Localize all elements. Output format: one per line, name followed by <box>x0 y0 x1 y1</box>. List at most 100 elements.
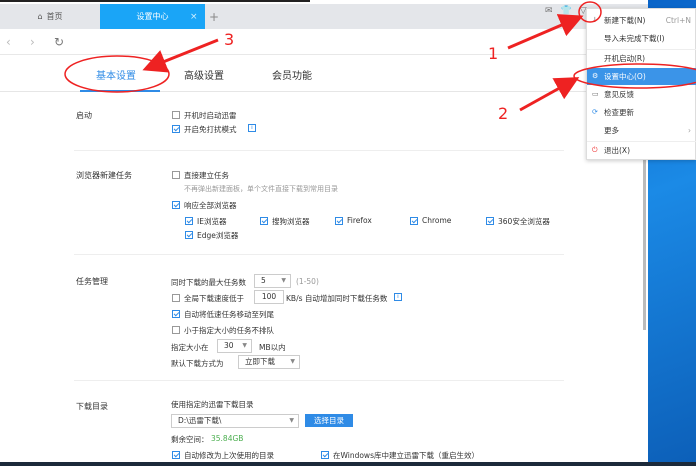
active-tab-underline <box>80 90 160 92</box>
info-icon[interactable]: i <box>394 293 402 301</box>
option-label: 在Windows库中建立迅雷下载（重启生效） <box>333 451 479 460</box>
checkbox-start-on-boot[interactable] <box>172 111 180 119</box>
checkbox-speed-threshold[interactable] <box>172 294 180 302</box>
download-path-select[interactable]: D:\迅雷下载\ ▼ <box>171 414 299 428</box>
option-label: 自动将低速任务移动至列尾 <box>184 310 274 319</box>
checkbox-sogou[interactable] <box>260 217 268 225</box>
free-space-label: 剩余空间： <box>171 435 209 444</box>
tab-label: 设置中心 <box>136 12 169 21</box>
option-label: 360安全浏览器 <box>498 217 550 226</box>
back-icon[interactable]: ‹ <box>6 35 11 49</box>
gear-icon: ⚙ <box>592 72 599 80</box>
chevron-down-icon: ▼ <box>289 417 294 424</box>
tab-basic-settings[interactable]: 基本设置 <box>96 67 136 82</box>
download-icon: ↓ <box>592 16 598 24</box>
checkbox-chrome[interactable] <box>410 217 418 225</box>
menu-item-more[interactable]: 更多 › <box>587 122 696 139</box>
option-label: 开启免打扰模式 <box>184 125 237 134</box>
tab-label: 首页 <box>46 12 63 21</box>
option-label: 自动修改为上次使用的目录 <box>184 451 274 460</box>
checkbox-move-slow[interactable] <box>172 310 180 318</box>
shortcut: Ctrl+N <box>665 16 691 25</box>
tab-advanced-settings[interactable]: 高级设置 <box>184 67 224 82</box>
annotation-number-2: 2 <box>498 104 509 123</box>
close-tab-icon[interactable]: × <box>190 12 198 22</box>
menu-item-settings-center[interactable]: ⚙ 设置中心(O) <box>587 68 696 85</box>
download-mode-select[interactable]: 立即下载 ▼ <box>238 355 300 369</box>
checkbox-firefox[interactable] <box>335 217 343 225</box>
taskbar <box>0 462 696 466</box>
forward-icon[interactable]: › <box>30 35 35 49</box>
divider <box>74 254 564 255</box>
menu-item-check-update[interactable]: ⟳ 检查更新 <box>587 104 696 121</box>
checkbox-do-not-disturb[interactable] <box>172 125 180 133</box>
chevron-down-icon: ▼ <box>290 358 295 365</box>
checkbox-edge[interactable] <box>185 231 193 239</box>
checkbox-auto-change-dir[interactable] <box>172 451 180 459</box>
use-dir-label: 使用指定的迅雷下载目录 <box>171 400 254 409</box>
menu-item-import[interactable]: 导入未完成下载(I) <box>587 30 696 47</box>
size-label: 指定大小在 <box>171 343 209 352</box>
feedback-icon: ▭ <box>592 90 599 98</box>
choose-directory-button[interactable]: 选择目录 <box>305 414 353 427</box>
option-label: Firefox <box>347 216 372 225</box>
size-select[interactable]: 30 ▼ <box>217 339 252 353</box>
menu-label: 检查更新 <box>604 108 634 117</box>
menu-label: 开机启动(R) <box>604 54 646 63</box>
section-label-startup: 启动 <box>76 111 92 120</box>
menu-label: 新建下载(N) <box>604 16 646 25</box>
select-value: 5 <box>261 276 266 285</box>
top-border <box>0 0 310 2</box>
select-value: 30 <box>224 341 234 350</box>
annotation-number-1: 1 <box>488 44 499 63</box>
option-label: 全局下载速度低于 <box>184 294 244 303</box>
range-hint: (1-50) <box>296 277 319 286</box>
option-label: Chrome <box>422 216 452 225</box>
chevron-down-icon: ▼ <box>281 277 286 284</box>
tab-member-features[interactable]: 会员功能 <box>272 67 312 82</box>
option-label: 搜狗浏览器 <box>272 217 310 226</box>
menu-label: 意见反馈 <box>604 90 634 99</box>
divider <box>74 380 564 381</box>
divider <box>74 150 564 151</box>
select-value: 立即下载 <box>245 357 275 366</box>
menu-label: 设置中心(O) <box>604 72 646 81</box>
mode-label: 默认下载方式为 <box>171 359 224 368</box>
free-space-value: 35.84GB <box>211 434 244 443</box>
speed-input[interactable]: 100 <box>254 290 284 304</box>
menu-item-exit[interactable]: ⏻ 退出(X) <box>587 142 696 159</box>
new-tab-button[interactable]: + <box>209 10 219 24</box>
skin-icon[interactable]: 👕 <box>561 6 572 16</box>
menu-item-new-download[interactable]: ↓ 新建下载(N) Ctrl+N <box>587 12 696 29</box>
chevron-down-icon: ▼ <box>242 342 247 349</box>
mail-icon[interactable]: ✉ <box>545 6 553 16</box>
option-label: 小于指定大小的任务不排队 <box>184 326 274 335</box>
checkbox-360[interactable] <box>486 217 494 225</box>
window-controls: ✉ 👕 ▽ <box>545 6 587 16</box>
checkbox-all-browsers[interactable] <box>172 201 180 209</box>
chevron-right-icon: › <box>688 126 691 135</box>
section-label-download-dir: 下载目录 <box>76 402 108 411</box>
option-label: 开机时启动迅雷 <box>184 111 237 120</box>
tab-home[interactable]: ⌂ 首页 <box>0 4 100 29</box>
size-unit: MB以内 <box>259 343 286 352</box>
info-icon[interactable]: i <box>248 124 256 132</box>
checkbox-windows-library[interactable] <box>321 451 329 459</box>
home-icon: ⌂ <box>37 12 43 21</box>
checkbox-direct-task[interactable] <box>172 171 180 179</box>
menu-label: 退出(X) <box>604 146 630 155</box>
section-label-task-management: 任务管理 <box>76 277 108 286</box>
scrollbar[interactable] <box>643 160 646 330</box>
menu-item-autostart[interactable]: 开机启动(R) <box>587 50 696 67</box>
toolbar <box>0 29 648 55</box>
main-dropdown-menu: ↓ 新建下载(N) Ctrl+N 导入未完成下载(I) 开机启动(R) ⚙ 设置中心(… <box>586 8 696 160</box>
checkbox-no-queue[interactable] <box>172 326 180 334</box>
select-value: D:\迅雷下载\ <box>178 416 222 425</box>
refresh-icon[interactable]: ↻ <box>54 35 64 49</box>
menu-item-feedback[interactable]: ▭ 意见反馈 <box>587 86 696 103</box>
option-label: Edge浏览器 <box>197 231 239 240</box>
max-tasks-select[interactable]: 5 ▼ <box>254 274 291 288</box>
power-icon: ⏻ <box>592 146 598 154</box>
checkbox-ie[interactable] <box>185 217 193 225</box>
option-label: IE浏览器 <box>197 217 227 226</box>
